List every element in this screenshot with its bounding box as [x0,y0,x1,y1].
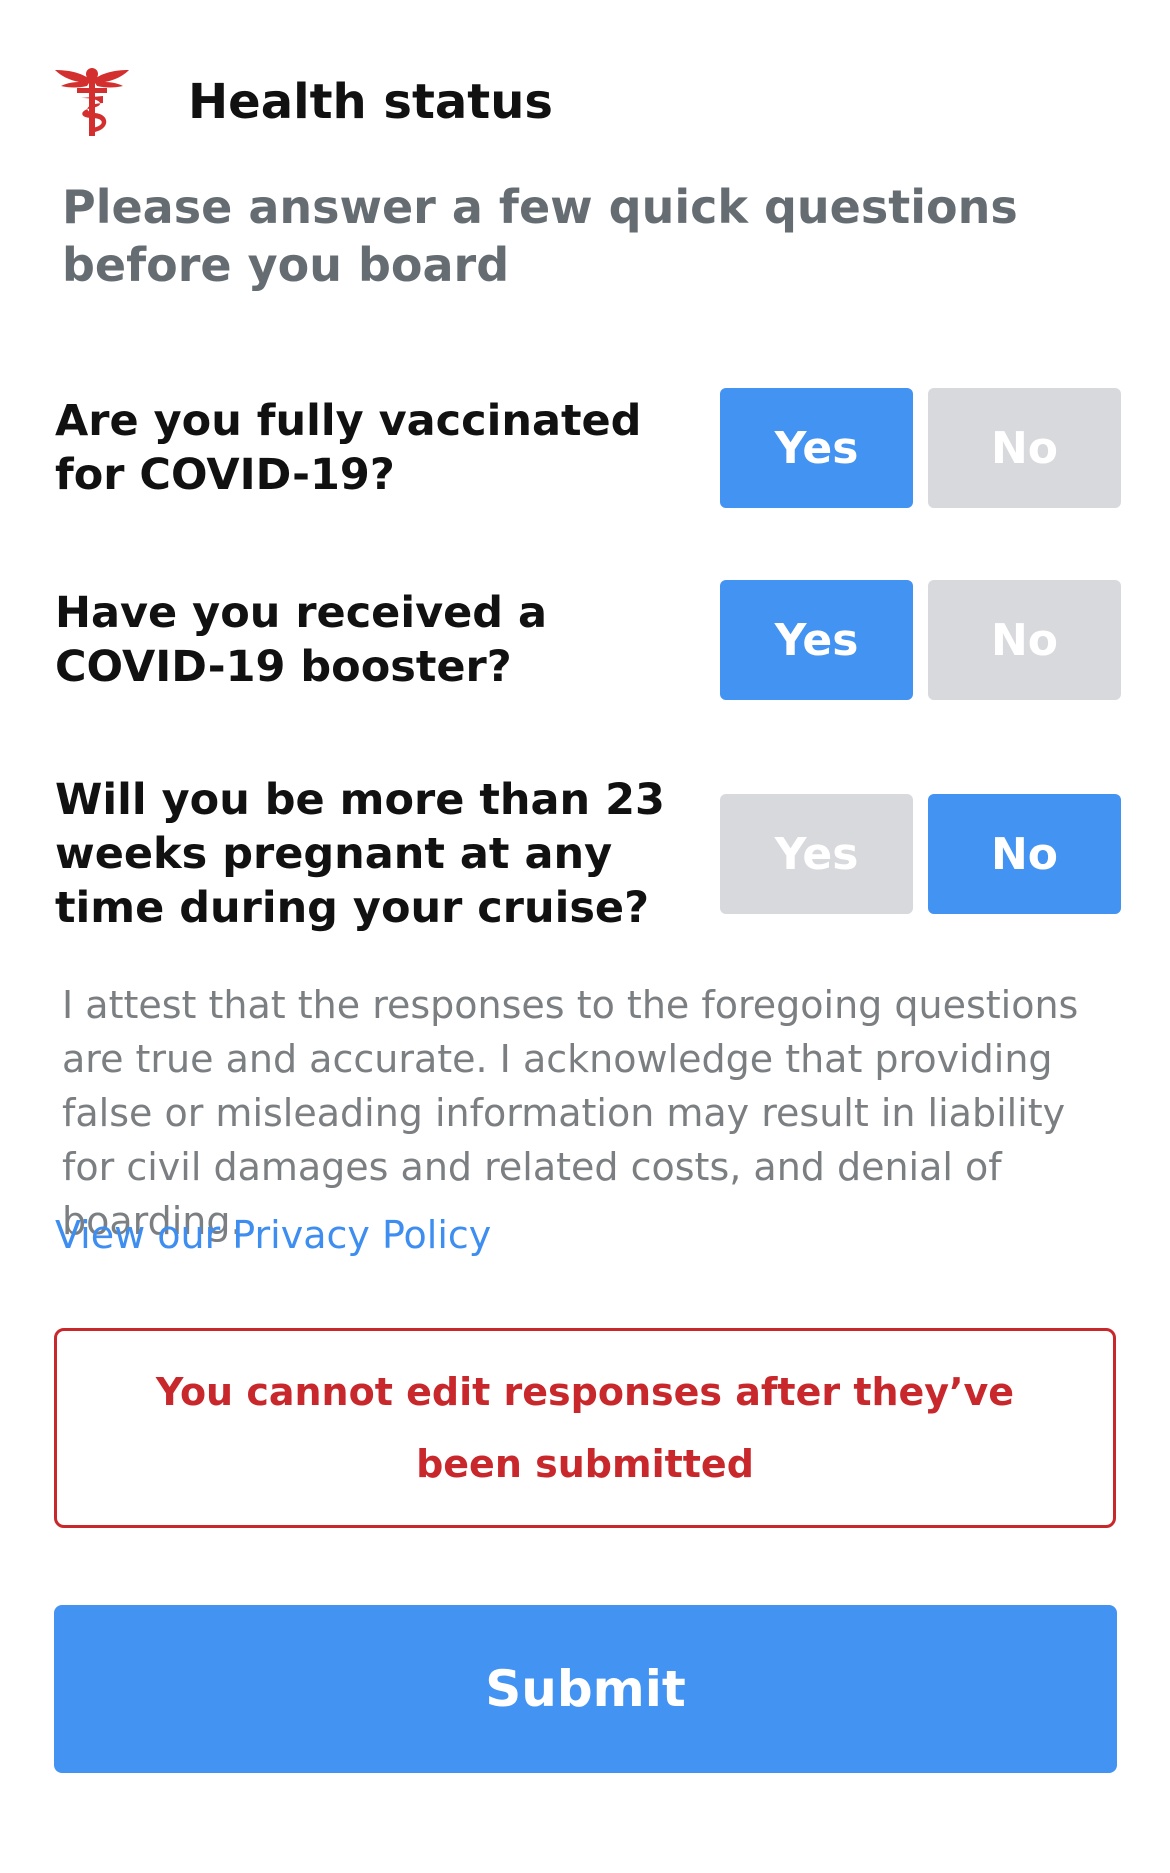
yes-button[interactable]: Yes [720,388,913,508]
yes-button[interactable]: Yes [720,794,913,914]
answer-toggle: Yes No [720,580,1121,700]
warning-text: You cannot edit responses after they’ve … [155,1370,1015,1486]
answer-toggle: Yes No [720,794,1121,914]
yes-button[interactable]: Yes [720,580,913,700]
answer-toggle: Yes No [720,388,1121,508]
page-header: Health status [53,62,1113,142]
no-button[interactable]: No [928,580,1121,700]
no-button[interactable]: No [928,388,1121,508]
question-text: Are you fully vaccinated for COVID-19? [55,396,642,500]
warning-box: You cannot edit responses after they’ve … [54,1328,1116,1528]
privacy-policy-link[interactable]: View our Privacy Policy [55,1208,491,1262]
no-button[interactable]: No [928,794,1121,914]
submit-button[interactable]: Submit [54,1605,1117,1773]
question-vaccinated: Are you fully vaccinated for COVID-19? Y… [55,388,1121,508]
question-booster: Have you received a COVID-19 booster? Ye… [55,580,1121,700]
page-title: Health status [188,74,553,130]
caduceus-icon [53,66,131,138]
page-subtitle: Please answer a few quick questions befo… [62,180,1018,292]
question-text: Have you received a COVID-19 booster? [55,588,548,692]
question-text: Will you be more than 23 weeks pregnant … [55,775,665,933]
question-pregnant: Will you be more than 23 weeks pregnant … [55,773,1121,935]
